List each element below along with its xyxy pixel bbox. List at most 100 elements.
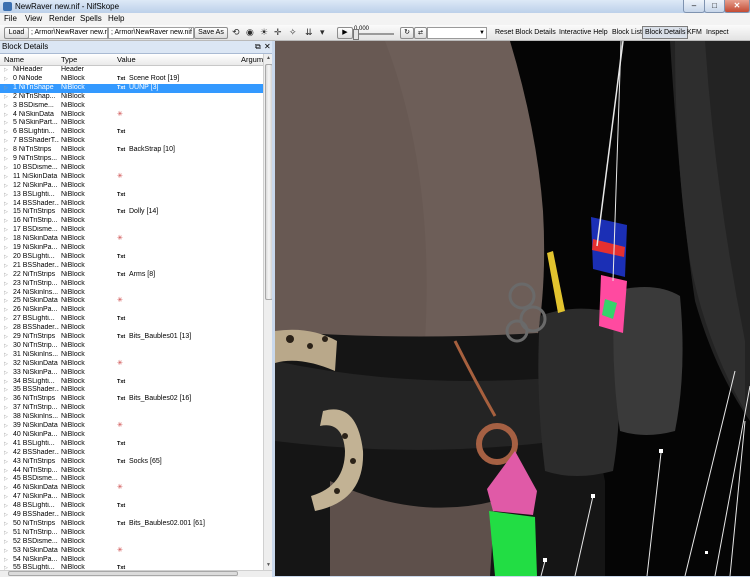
expand-icon[interactable]: ▷ xyxy=(4,520,10,529)
expand-icon[interactable]: ▷ xyxy=(4,529,10,538)
expand-icon[interactable]: ▷ xyxy=(4,422,10,431)
table-row[interactable]: ▷ 51 NiTriStrip... NiBlock xyxy=(0,529,263,538)
sun-icon[interactable]: ☀ xyxy=(260,27,268,38)
expand-icon[interactable]: ▷ xyxy=(4,449,10,458)
table-row[interactable]: ▷ 36 NiTriStrips NiBlock Txt Bits_Baubles02 … xyxy=(0,395,263,404)
table-row[interactable]: ▷ 33 NiSkinPa... NiBlock xyxy=(0,369,263,378)
table-row[interactable]: ▷ 54 NiSkinPa... NiBlock xyxy=(0,556,263,565)
table-row[interactable]: ▷ 34 BSLighti... NiBlock Txt xyxy=(0,378,263,387)
column-value[interactable]: Value xyxy=(117,54,136,65)
table-row[interactable]: ▷ 25 NiSkinData NiBlock ✳ xyxy=(0,297,263,306)
column-type[interactable]: Type xyxy=(61,54,77,65)
table-row[interactable]: ▷ 27 BSLighti... NiBlock Txt xyxy=(0,315,263,324)
expand-icon[interactable]: ▷ xyxy=(4,431,10,440)
expand-icon[interactable]: ▷ xyxy=(4,458,10,467)
menu-spells[interactable]: Spells xyxy=(80,14,102,24)
table-row[interactable]: ▷ 23 NiTriStrip... NiBlock xyxy=(0,280,263,289)
inspect-button[interactable]: Inspect xyxy=(706,27,729,38)
table-row[interactable]: ▷ 53 NiSkinData NiBlock ✳ xyxy=(0,547,263,556)
expand-icon[interactable]: ▷ xyxy=(4,342,10,351)
expand-icon[interactable]: ▷ xyxy=(4,102,10,111)
table-row[interactable]: ▷ 13 BSLighti... NiBlock Txt xyxy=(0,191,263,200)
expand-icon[interactable]: ▷ xyxy=(4,137,10,146)
expand-icon[interactable]: ▷ xyxy=(4,378,10,387)
block-details-button[interactable]: Block Details xyxy=(642,26,689,39)
expand-icon[interactable]: ▷ xyxy=(4,413,10,422)
render-viewport[interactable] xyxy=(275,41,750,576)
table-row[interactable]: ▷ 46 NiSkinData NiBlock ✳ xyxy=(0,484,263,493)
expand-icon[interactable]: ▷ xyxy=(4,511,10,520)
expand-icon[interactable]: ▷ xyxy=(4,93,10,102)
expand-icon[interactable]: ▷ xyxy=(4,475,10,484)
table-row[interactable]: ▷ 0 NiNode NiBlock Txt Scene Root [19] xyxy=(0,75,263,84)
time-slider-handle[interactable] xyxy=(353,29,359,40)
table-row[interactable]: ▷ 31 NiSkinIns... NiBlock xyxy=(0,351,263,360)
expand-icon[interactable]: ▷ xyxy=(4,369,10,378)
play-button[interactable]: ▶ xyxy=(337,27,353,39)
close-icon[interactable]: ✕ xyxy=(264,41,271,52)
close-button[interactable]: ✕ xyxy=(724,0,750,13)
expand-icon[interactable]: ▷ xyxy=(4,155,10,164)
table-row[interactable]: ▷ 8 NiTriStrips NiBlock Txt BackStrap [10] xyxy=(0,146,263,155)
expand-icon[interactable]: ▷ xyxy=(4,84,10,93)
rotate-icon[interactable]: ⟲ xyxy=(232,27,240,38)
block-list-button[interactable]: Block List xyxy=(612,27,642,38)
expand-icon[interactable]: ▷ xyxy=(4,119,10,128)
expand-icon[interactable]: ▷ xyxy=(4,235,10,244)
expand-icon[interactable]: ▷ xyxy=(4,297,10,306)
table-row[interactable]: ▷ NiHeader Header xyxy=(0,66,263,75)
expand-icon[interactable]: ▷ xyxy=(4,66,10,75)
table-row[interactable]: ▷ 49 BSShader... NiBlock xyxy=(0,511,263,520)
expand-icon[interactable]: ▷ xyxy=(4,547,10,556)
expand-icon[interactable]: ▷ xyxy=(4,440,10,449)
expand-icon[interactable]: ▷ xyxy=(4,556,10,565)
table-row[interactable]: ▷ 3 BSDisme... NiBlock xyxy=(0,102,263,111)
reset-block-details-button[interactable]: Reset Block Details xyxy=(495,27,556,38)
table-row[interactable]: ▷ 7 BSShaderT... NiBlock xyxy=(0,137,263,146)
table-row[interactable]: ▷ 40 NiSkinPa... NiBlock xyxy=(0,431,263,440)
table-row[interactable]: ▷ 35 BSShader... NiBlock xyxy=(0,386,263,395)
column-argument[interactable]: Argum xyxy=(241,54,263,65)
horizontal-scrollbar-thumb[interactable] xyxy=(8,571,238,576)
expand-icon[interactable]: ▷ xyxy=(4,333,10,342)
table-row[interactable]: ▷ 48 BSLighti... NiBlock Txt xyxy=(0,502,263,511)
loop-button[interactable]: ↻ xyxy=(400,27,414,39)
chevron-down-icon[interactable]: ▾ xyxy=(320,27,325,38)
table-row[interactable]: ▷ 37 NiTriStrip... NiBlock xyxy=(0,404,263,413)
table-row[interactable]: ▷ 4 NiSkinData NiBlock ✳ xyxy=(0,111,263,120)
save-path-input[interactable]: ; Armor\NewRaver new.nif xyxy=(108,27,194,39)
block-tree[interactable]: ▷ NiHeader Header ▷ 0 NiNode NiBlock Txt Scene … xyxy=(0,66,263,570)
table-row[interactable]: ▷ 11 NiSkinData NiBlock ✳ xyxy=(0,173,263,182)
expand-icon[interactable]: ▷ xyxy=(4,111,10,120)
table-row[interactable]: ▷ 19 NiSkinPa... NiBlock xyxy=(0,244,263,253)
table-row[interactable]: ▷ 1 NiTriShape NiBlock Txt UUNP [3] xyxy=(0,83,263,93)
expand-icon[interactable]: ▷ xyxy=(4,182,10,191)
expand-icon[interactable]: ▷ xyxy=(4,502,10,511)
table-row[interactable]: ▷ 10 BSDisme... NiBlock xyxy=(0,164,263,173)
switch-button[interactable]: ⇄ xyxy=(414,27,427,39)
table-row[interactable]: ▷ 45 BSDisme... NiBlock xyxy=(0,475,263,484)
expand-icon[interactable]: ▷ xyxy=(4,200,10,209)
expand-icon[interactable]: ▷ xyxy=(4,191,10,200)
table-row[interactable]: ▷ 50 NiTriStrips NiBlock Txt Bits_Baubles02.… xyxy=(0,520,263,529)
table-row[interactable]: ▷ 44 NiTriStrip... NiBlock xyxy=(0,467,263,476)
expand-icon[interactable]: ▷ xyxy=(4,164,10,173)
expand-icon[interactable]: ▷ xyxy=(4,280,10,289)
expand-icon[interactable]: ▷ xyxy=(4,146,10,155)
table-row[interactable]: ▷ 18 NiSkinData NiBlock ✳ xyxy=(0,235,263,244)
table-row[interactable]: ▷ 41 BSLighti... NiBlock Txt xyxy=(0,440,263,449)
expand-icon[interactable]: ▷ xyxy=(4,75,10,84)
expand-icon[interactable]: ▷ xyxy=(4,493,10,502)
expand-icon[interactable]: ▷ xyxy=(4,244,10,253)
load-button[interactable]: Load xyxy=(4,27,29,39)
table-row[interactable]: ▷ 47 NiSkinPa... NiBlock xyxy=(0,493,263,502)
arrow-down-icon[interactable]: ⇊ xyxy=(305,27,313,38)
table-row[interactable]: ▷ 14 BSShader... NiBlock xyxy=(0,200,263,209)
expand-icon[interactable]: ▷ xyxy=(4,467,10,476)
save-as-button[interactable]: Save As xyxy=(194,27,228,39)
expand-icon[interactable]: ▷ xyxy=(4,351,10,360)
expand-icon[interactable]: ▷ xyxy=(4,253,10,262)
expand-icon[interactable]: ▷ xyxy=(4,262,10,271)
expand-icon[interactable]: ▷ xyxy=(4,395,10,404)
table-row[interactable]: ▷ 26 NiSkinPa... NiBlock xyxy=(0,306,263,315)
